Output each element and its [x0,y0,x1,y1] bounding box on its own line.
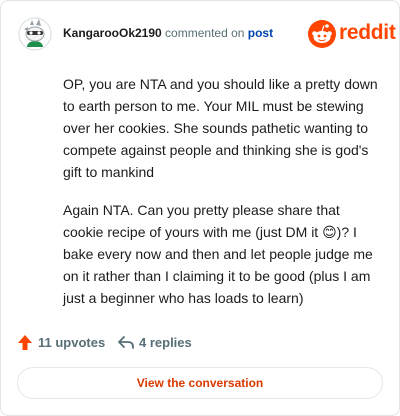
reddit-logo[interactable]: reddit [307,19,396,49]
view-conversation-button[interactable]: View the conversation [17,367,383,399]
post-link[interactable]: post [248,26,273,40]
action-text: commented on [161,26,248,40]
upvote-arrow-icon [18,335,32,350]
reply-label: 4 replies [139,335,192,350]
comment-meta: KangarooOk2190 commented on post [63,25,273,41]
username[interactable]: KangarooOk2190 [63,26,162,40]
comment-card: KangarooOk2190 commented on post reddit … [0,0,400,416]
reddit-snoo-icon [308,20,336,48]
comment-header: KangarooOk2190 commented on post reddit [1,1,399,65]
comment-body: OP, you are NTA and you should like a pr… [63,73,381,325]
brand-wordmark: reddit [339,21,396,44]
user-avatar[interactable] [18,17,52,51]
comment-paragraph: Again NTA. Can you pretty please share t… [63,202,373,306]
upvote-label: 11 upvotes [38,335,106,350]
comment-footer: 11 upvotes 4 replies [17,333,383,353]
snoo-avatar-icon [18,17,52,51]
reply-arrow-icon [118,336,134,349]
comment-paragraph: OP, you are NTA and you should like a pr… [63,76,378,180]
